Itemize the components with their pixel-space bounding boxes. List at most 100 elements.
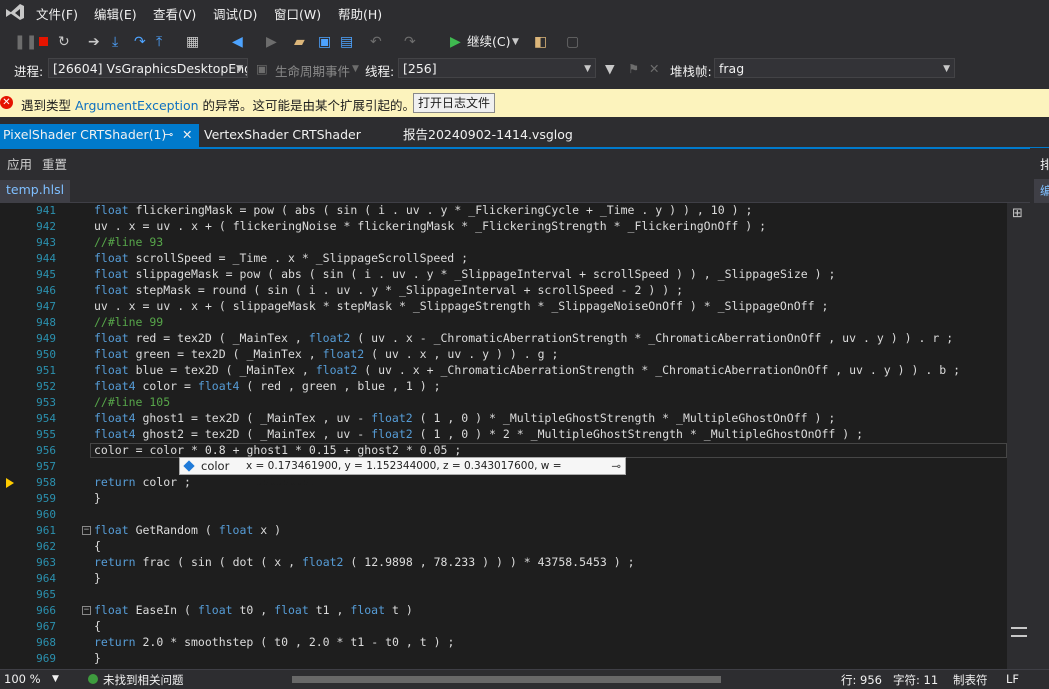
menu-file[interactable]: 文件(F) [36, 4, 78, 23]
document-tab-strip: PixelShader CRTShader(1) ⊸ ✕ VertexShade… [0, 124, 1049, 149]
navigate-forward-icon[interactable]: ▶ [266, 33, 277, 51]
continue-button[interactable]: 继续(C) [467, 33, 510, 51]
pin-icon[interactable]: ⊸ [164, 124, 173, 146]
line-number: 944 [36, 252, 56, 265]
code-line: { [94, 539, 101, 553]
zoom-level[interactable]: 100 % [4, 672, 41, 686]
tab-report[interactable]: 报告20240902-1414.vsglog [403, 124, 573, 147]
line-number: 960 [36, 508, 56, 521]
step-over-icon[interactable]: ↷ [134, 33, 146, 51]
code-line: uv . x = uv . x + ( slippageMask * stepM… [94, 299, 829, 313]
open-file-icon[interactable]: ▰ [294, 33, 305, 51]
screenshot-icon[interactable]: ▢ [566, 33, 579, 51]
hex-display-icon[interactable]: ▦ [186, 33, 199, 51]
reset-button[interactable]: 重置 [42, 154, 67, 173]
line-number: 951 [36, 364, 56, 377]
line-number: 969 [36, 652, 56, 665]
stackframe-combo[interactable]: frag ▼ [714, 58, 955, 78]
restart-icon[interactable]: ↻ [58, 33, 70, 51]
save-icon[interactable]: ▣ [318, 33, 331, 51]
line-number: 949 [36, 332, 56, 345]
exception-type-link[interactable]: ArgumentException [75, 98, 199, 113]
thread-combo[interactable]: [256] ▼ [398, 58, 596, 78]
menu-view[interactable]: 查看(V) [153, 4, 196, 23]
close-icon[interactable]: ✕ [182, 124, 192, 146]
stop-icon[interactable] [38, 37, 48, 46]
thread-label: 线程: [365, 64, 395, 79]
line-ending-indicator[interactable]: LF [1006, 672, 1019, 686]
line-number: 966 [36, 604, 56, 617]
line-number: 946 [36, 284, 56, 297]
right-strip-text[interactable]: 排 [1040, 154, 1049, 173]
menu-edit[interactable]: 编辑(E) [94, 4, 137, 23]
chevron-down-icon: ▼ [943, 64, 950, 74]
menu-window[interactable]: 窗口(W) [274, 4, 321, 23]
tab-vertexshader[interactable]: VertexShader CRTShader [204, 124, 361, 147]
pin-icon[interactable]: ⊸ [611, 458, 621, 474]
step-out-icon[interactable]: ⤒ [156, 33, 162, 51]
current-statement-arrow-icon [6, 478, 14, 488]
code-line: } [94, 491, 101, 505]
line-number: 953 [36, 396, 56, 409]
vertical-scrollbar[interactable]: ⊞ [1007, 203, 1030, 669]
code-line: return color ; [94, 475, 191, 489]
line-number: 942 [36, 220, 56, 233]
continue-icon[interactable]: ▶ [450, 33, 461, 51]
flag-clear-icon[interactable]: ✕ [649, 61, 659, 76]
split-icon[interactable]: ⊞ [1012, 206, 1023, 221]
tab-pixelshader[interactable]: PixelShader CRTShader(1) ⊸ ✕ [0, 124, 199, 147]
step-into-icon[interactable]: ⤓ [112, 33, 118, 51]
open-log-file-button[interactable]: 打开日志文件 [413, 93, 496, 113]
apply-button[interactable]: 应用 [7, 154, 32, 173]
code-line: color = color * 0.8 + ghost1 * 0.15 + gh… [94, 443, 462, 457]
horizontal-scrollbar[interactable] [292, 676, 721, 683]
collapse-icon[interactable]: − [82, 606, 91, 615]
pause-icon[interactable]: ❚❚ [14, 33, 37, 51]
code-line: float4 ghost1 = tex2D ( _MainTex , uv - … [94, 411, 836, 425]
line-indicator: 行: 956 [841, 673, 882, 687]
redo-icon[interactable]: ↷ [404, 33, 416, 51]
lifecycle-events-button[interactable]: 生命周期事件 [275, 61, 350, 80]
undo-icon[interactable]: ↶ [370, 33, 382, 51]
flag-icon[interactable]: ⚑ [628, 61, 639, 76]
code-line: float stepMask = round ( sin ( i . uv . … [94, 283, 684, 297]
right-editor-tab[interactable]: 编 [1034, 179, 1049, 203]
debug-toolbar: ❚❚ ↻ ➔ ⤓ ↷ ⤒ ▦ ◀ ▶ ▰ ▣ ▤ ↶ ↷ ▶ 继续(C) ▼ ◧… [0, 28, 1049, 56]
data-tip[interactable]: color x = 0.173461900, y = 1.152344000, … [179, 457, 626, 488]
data-tip-value[interactable]: x = 0.173461900, y = 1.152344000, z = 0.… [246, 458, 625, 490]
line-number: 941 [36, 204, 56, 217]
scroll-position-marker [1011, 627, 1027, 637]
show-next-statement-icon[interactable]: ➔ [88, 33, 100, 51]
no-issues-icon [88, 674, 98, 684]
code-line: float scrollSpeed = _Time . x * _Slippag… [94, 251, 469, 265]
tab-temp-hlsl[interactable]: temp.hlsl [0, 180, 71, 202]
breakpoints-icon[interactable]: ◧ [534, 33, 547, 51]
status-bar: 100 % ▼ 未找到相关问题 行: 956 字符: 11 制表符 LF [0, 669, 1049, 689]
lifecycle-dropdown-icon[interactable]: ▼ [352, 64, 359, 74]
code-editor[interactable]: 941 942 943 944 945 946 947 948 949 950 951 952 953 9… [0, 203, 1030, 669]
error-icon: ✕ [0, 96, 13, 109]
navigate-back-icon[interactable]: ◀ [232, 33, 243, 51]
line-number: 955 [36, 428, 56, 441]
line-number: 962 [36, 540, 56, 553]
menu-debug[interactable]: 调试(D) [213, 4, 257, 23]
menu-bar: 文件(F) 编辑(E) 查看(V) 调试(D) 窗口(W) 帮助(H) [0, 0, 1049, 24]
code-line: } [94, 651, 101, 665]
process-combo[interactable]: [26604] VsGraphicsDesktopEng ▼ [48, 58, 248, 78]
menu-help[interactable]: 帮助(H) [338, 4, 382, 23]
code-line: float4 color = float4 ( red , green , bl… [94, 379, 441, 393]
issues-status[interactable]: 未找到相关问题 [103, 672, 184, 688]
line-number: 965 [36, 588, 56, 601]
continue-dropdown-icon[interactable]: ▼ [512, 33, 519, 51]
filter-icon[interactable]: ▼ [605, 61, 615, 76]
save-all-icon[interactable]: ▤ [340, 33, 353, 51]
code-line: float slippageMask = pow ( abs ( sin ( i… [94, 267, 836, 281]
indent-indicator[interactable]: 制表符 [953, 672, 988, 688]
line-number: 952 [36, 380, 56, 393]
zoom-dropdown-icon[interactable]: ▼ [52, 674, 59, 684]
line-number: 967 [36, 620, 56, 633]
exception-info-bar: ✕ 遇到类型 ArgumentException 的异常。这可能是由某个扩展引起… [0, 89, 1049, 117]
collapse-icon[interactable]: − [82, 526, 91, 535]
code-line: float GetRandom ( float x ) [94, 523, 282, 537]
line-number: 959 [36, 492, 56, 505]
